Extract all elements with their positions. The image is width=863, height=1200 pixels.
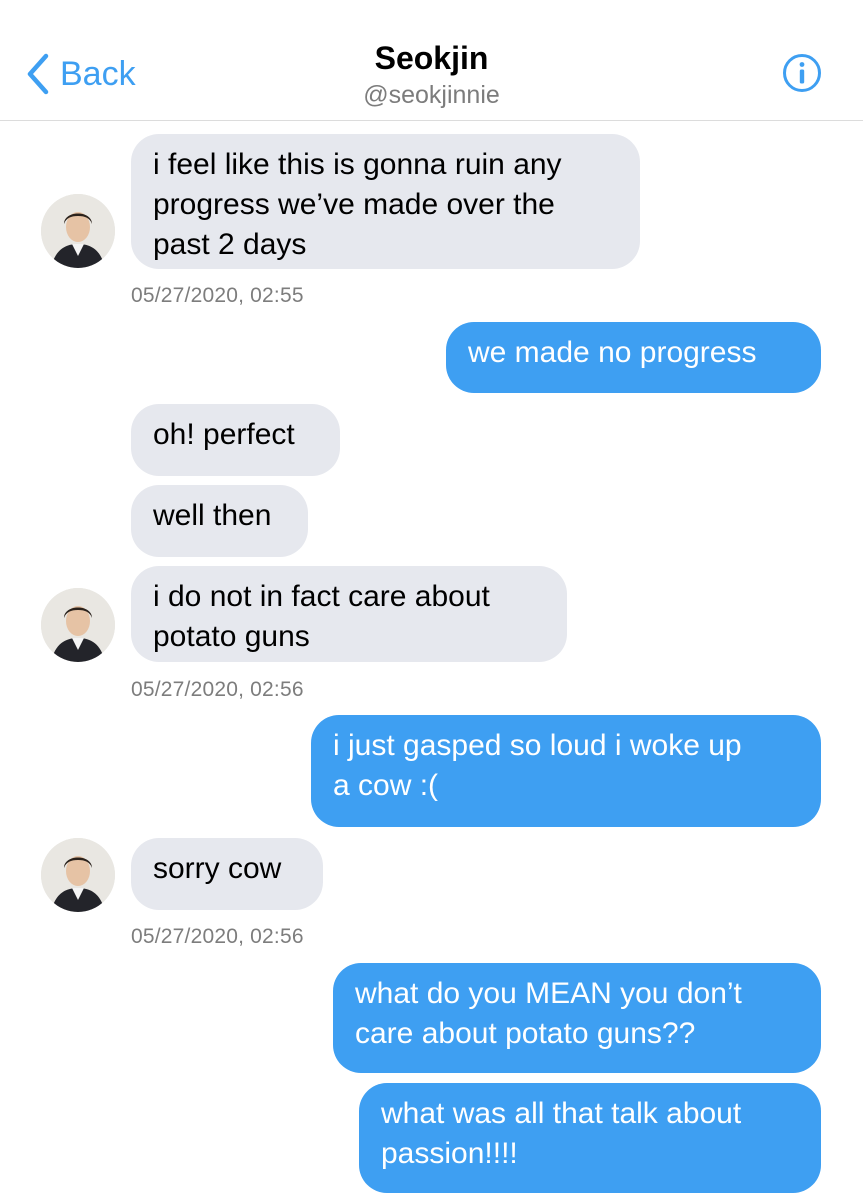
outgoing-message-bubble[interactable]: what was all that talk about passion!!!! — [359, 1083, 821, 1193]
message-line: what was all that talk about — [381, 1097, 742, 1130]
message-line: what do you MEAN you don’t — [355, 977, 742, 1010]
avatar[interactable] — [41, 194, 115, 268]
message-line: a cow :( — [333, 769, 439, 802]
info-button[interactable] — [782, 53, 822, 93]
message-line: well then — [153, 499, 272, 532]
incoming-message-bubble[interactable]: well then — [131, 485, 308, 557]
title-block: Seokjin @seokjinnie — [0, 38, 863, 110]
contact-name: Seokjin — [374, 40, 489, 76]
incoming-message-bubble[interactable]: i do not in fact care about potato guns — [131, 566, 567, 662]
message-line: potato guns — [153, 620, 310, 653]
message-line: progress we’ve made over the — [153, 188, 555, 221]
message-line: i just gasped so loud i woke up — [333, 729, 742, 762]
profile-photo — [41, 588, 115, 662]
message-line: sorry cow — [153, 852, 282, 885]
message-line: we made no progress — [468, 336, 757, 369]
info-icon — [783, 54, 821, 92]
message-timestamp: 05/27/2020, 02:55 — [131, 284, 304, 307]
incoming-message-bubble[interactable]: sorry cow — [131, 838, 323, 910]
message-timestamp: 05/27/2020, 02:56 — [131, 678, 304, 701]
message-line: past 2 days — [153, 228, 307, 261]
message-line: passion!!!! — [381, 1137, 518, 1170]
profile-photo — [41, 838, 115, 912]
message-line: i do not in fact care about — [153, 580, 490, 613]
avatar[interactable] — [41, 838, 115, 912]
message-line: care about potato guns?? — [355, 1017, 696, 1050]
incoming-message-bubble[interactable]: oh! perfect — [131, 404, 340, 476]
message-line: oh! perfect — [153, 418, 295, 451]
incoming-message-bubble[interactable]: i feel like this is gonna ruin any progr… — [131, 134, 640, 269]
avatar[interactable] — [41, 588, 115, 662]
message-timestamp: 05/27/2020, 02:56 — [131, 925, 304, 948]
outgoing-message-bubble[interactable]: what do you MEAN you don’t care about po… — [333, 963, 821, 1073]
profile-photo — [41, 194, 115, 268]
outgoing-message-bubble[interactable]: we made no progress — [446, 322, 821, 393]
outgoing-message-bubble[interactable]: i just gasped so loud i woke up a cow :( — [311, 715, 821, 827]
conversation-header: Back Seokjin @seokjinnie — [0, 0, 863, 121]
message-line: i feel like this is gonna ruin any — [153, 148, 562, 181]
contact-handle: @seokjinnie — [363, 81, 500, 109]
